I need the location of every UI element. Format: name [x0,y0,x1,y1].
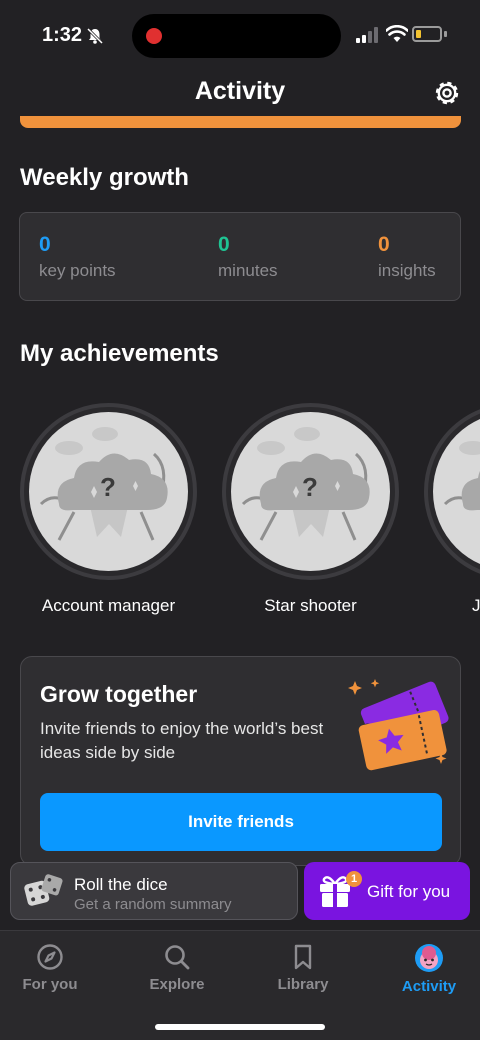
stat-label: insights [378,261,436,280]
tab-label: Activity [401,978,457,995]
achievement-name: Star shooter [264,596,357,615]
roll-the-dice-button[interactable]: Roll the dice Get a random summary [10,862,298,920]
weekly-stats-card: 0 key points 0 minutes 0 insights [19,212,461,301]
locked-badge-icon: ? [231,412,390,571]
gift-for-you-button[interactable]: 1 Gift for you [304,862,470,920]
progress-banner-edge [20,116,461,128]
stat-value: 0 [378,233,390,256]
stat-label: minutes [218,261,278,280]
status-bar: 1:32 [0,0,480,70]
dice-icon [24,874,63,906]
gear-icon[interactable] [432,78,462,108]
wifi-icon [386,25,408,42]
recording-dot-icon [146,28,162,44]
badge-circle: ? [222,403,399,580]
stat-value: 0 [39,233,51,256]
status-time: 1:32 [42,24,83,46]
cellular-signal-icon [356,27,378,43]
tab-activity[interactable]: Activity [379,943,479,995]
stat-minutes: 0 minutes [218,233,278,281]
tickets-illustration-icon [348,679,449,771]
weekly-growth-title: Weekly growth [20,164,189,191]
tab-label: Library [277,976,329,993]
roll-the-dice-subtitle: Get a random summary [74,896,232,913]
achievement-badge[interactable]: ? Account manager [20,403,197,616]
stat-value: 0 [218,233,230,256]
achievement-badge[interactable]: J [424,403,480,616]
tab-explore[interactable]: Explore [127,943,227,993]
grow-together-text: Invite friends to enjoy the world’s best… [40,719,324,762]
grow-together-title: Grow together [40,681,198,707]
badge-circle [424,403,480,580]
gift-count-badge: 1 [346,871,362,887]
badge-circle: ? [20,403,197,580]
battery-icon [412,26,442,42]
svg-text:?: ? [100,472,116,502]
page-title: Activity [194,77,286,105]
stat-label: key points [39,261,116,280]
achievements-carousel[interactable]: ? Account manager ? Star shooter J [0,400,480,630]
grow-together-card: Grow together Invite friends to enjoy th… [20,656,461,866]
locked-badge-icon [433,412,480,571]
bookmark-icon [294,944,312,970]
svg-text:?: ? [302,472,318,502]
tab-library[interactable]: Library [253,943,353,993]
achievements-title: My achievements [20,340,219,367]
stat-insights: 0 insights [378,233,436,281]
avatar-icon [415,944,443,972]
locked-badge-icon: ? [29,412,188,571]
achievement-name: J [472,596,480,615]
battery-cap [444,31,447,37]
stat-key-points: 0 key points [39,233,116,281]
compass-icon [37,944,63,970]
invite-friends-button[interactable]: Invite friends [40,793,442,851]
dynamic-island [132,14,341,58]
tab-label: For you [22,976,78,993]
tab-label: Explore [149,976,205,993]
achievement-name: Account manager [41,596,176,615]
tab-for-you[interactable]: For you [0,943,100,993]
roll-the-dice-title: Roll the dice [74,875,168,894]
bell-off-icon [86,27,104,45]
achievement-badge[interactable]: ? Star shooter [222,403,399,616]
gift-for-you-label: Gift for you [367,882,451,901]
search-icon [165,945,190,970]
home-indicator[interactable] [155,1024,325,1030]
